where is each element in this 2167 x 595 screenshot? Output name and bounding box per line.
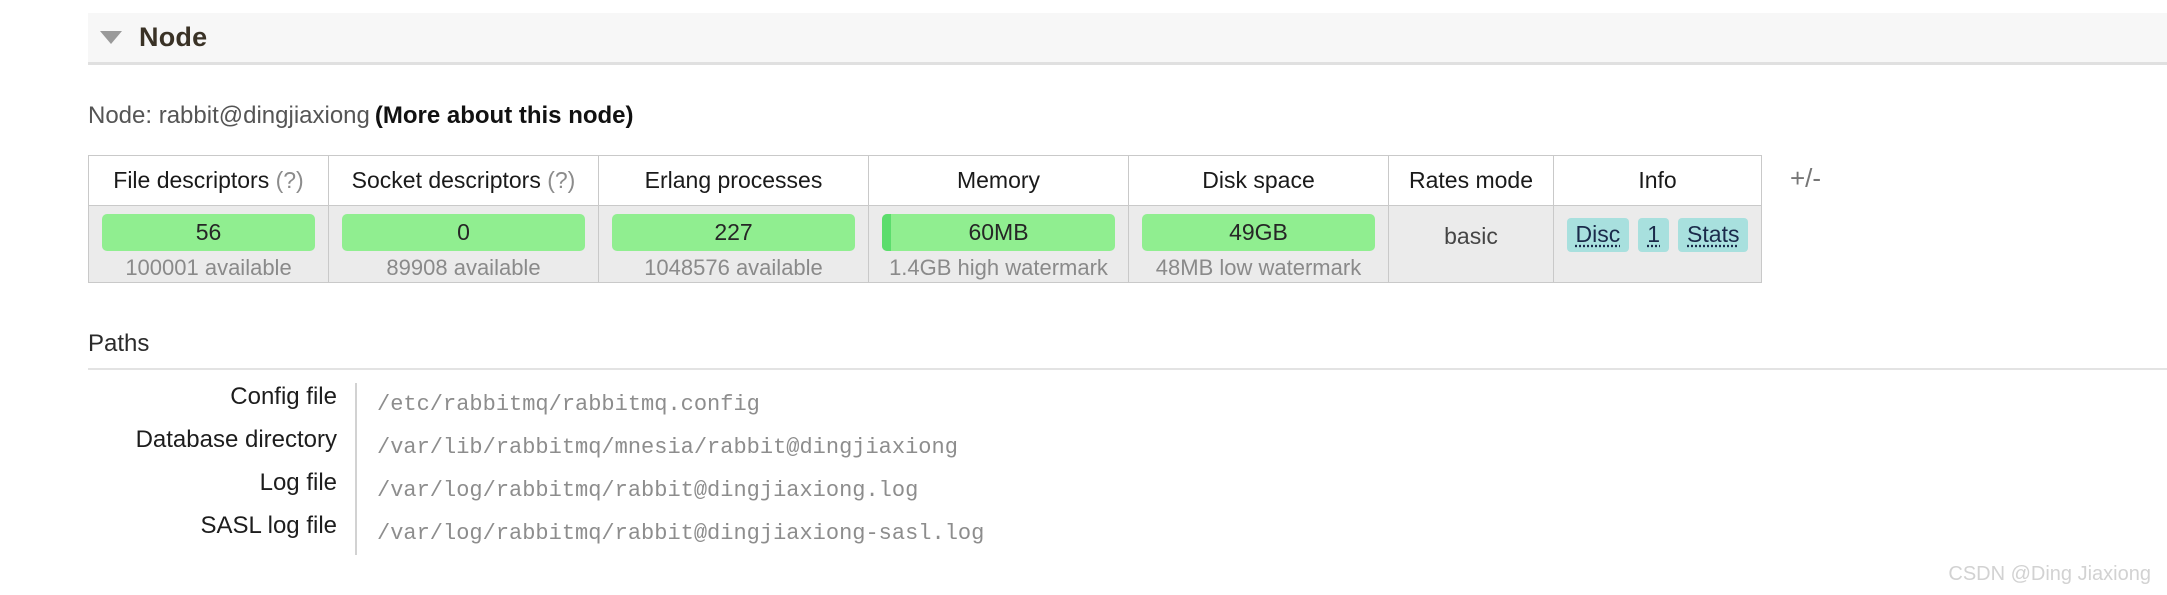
node-stats-table: File descriptors (?) Socket descriptors … bbox=[88, 155, 1762, 283]
help-icon-file-descriptors[interactable]: (?) bbox=[276, 167, 304, 193]
rates-mode-value: basic bbox=[1444, 223, 1498, 249]
path-label: SASL log file bbox=[200, 512, 337, 539]
column-header-info: Info bbox=[1553, 155, 1762, 206]
page-title: Node bbox=[139, 22, 208, 52]
memory-bar: 60MB bbox=[882, 214, 1115, 251]
info-badge-disc[interactable]: Disc bbox=[1566, 218, 1630, 252]
path-value: /var/log/rabbitmq/rabbit@dingjiaxiong.lo… bbox=[355, 469, 918, 512]
help-icon-socket-descriptors[interactable]: (?) bbox=[547, 167, 575, 193]
cell-rates-mode: basic bbox=[1388, 205, 1554, 283]
triangle-down-icon[interactable] bbox=[100, 31, 122, 44]
path-label: Log file bbox=[259, 469, 337, 496]
path-label: Config file bbox=[230, 383, 337, 410]
socket-descriptors-available: 89908 available bbox=[386, 255, 541, 280]
erlang-processes-available: 1048576 available bbox=[644, 255, 823, 280]
paths-list: Config file /etc/rabbitmq/rabbitmq.confi… bbox=[88, 383, 1688, 555]
disk-space-value: 49GB bbox=[1229, 219, 1288, 245]
cell-erlang-processes: 227 1048576 available bbox=[598, 205, 869, 283]
memory-value: 60MB bbox=[968, 219, 1029, 245]
file-descriptors-available: 100001 available bbox=[125, 255, 292, 280]
memory-watermark: 1.4GB high watermark bbox=[889, 255, 1108, 280]
path-row-sasl-log-file: SASL log file /var/log/rabbitmq/rabbit@d… bbox=[88, 512, 1688, 555]
node-name-text: Node: rabbit@dingjiaxiong bbox=[88, 102, 370, 129]
path-value: /etc/rabbitmq/rabbitmq.config bbox=[355, 383, 760, 426]
path-value: /var/log/rabbitmq/rabbit@dingjiaxiong-sa… bbox=[355, 512, 984, 555]
cell-info: Disc 1 Stats bbox=[1553, 205, 1762, 283]
column-header-erlang-processes: Erlang processes bbox=[598, 155, 869, 206]
column-header-file-descriptors: File descriptors (?) bbox=[88, 155, 329, 206]
path-row-database-directory: Database directory /var/lib/rabbitmq/mne… bbox=[88, 426, 1688, 469]
cell-file-descriptors: 56 100001 available bbox=[88, 205, 329, 283]
info-badge-stats[interactable]: Stats bbox=[1678, 218, 1749, 252]
paths-section-title: Paths bbox=[88, 330, 150, 357]
socket-descriptors-bar: 0 bbox=[342, 214, 585, 251]
column-header-rates-mode: Rates mode bbox=[1388, 155, 1554, 206]
file-descriptors-value: 56 bbox=[195, 219, 222, 245]
table-row: 56 100001 available 0 89908 available 22… bbox=[88, 205, 1762, 283]
table-header-row: File descriptors (?) Socket descriptors … bbox=[88, 155, 1762, 206]
info-badge-count[interactable]: 1 bbox=[1638, 218, 1670, 252]
column-header-disk-space: Disk space bbox=[1128, 155, 1389, 206]
disk-space-bar: 49GB bbox=[1142, 214, 1375, 251]
erlang-processes-value: 227 bbox=[714, 219, 753, 245]
toggle-columns-button[interactable]: +/- bbox=[1790, 163, 1821, 194]
cell-socket-descriptors: 0 89908 available bbox=[328, 205, 599, 283]
path-row-log-file: Log file /var/log/rabbitmq/rabbit@dingji… bbox=[88, 469, 1688, 512]
node-section-header: Node bbox=[88, 13, 2167, 65]
more-about-node-link[interactable]: (More about this node) bbox=[375, 102, 634, 129]
paths-divider bbox=[88, 368, 2167, 370]
path-label: Database directory bbox=[135, 426, 337, 453]
memory-bar-accent bbox=[882, 214, 891, 251]
page-root: Node Node: rabbit@dingjiaxiong (More abou… bbox=[0, 0, 2167, 595]
cell-memory: 60MB 1.4GB high watermark bbox=[868, 205, 1129, 283]
path-row-config-file: Config file /etc/rabbitmq/rabbitmq.confi… bbox=[88, 383, 1688, 426]
erlang-processes-bar: 227 bbox=[612, 214, 855, 251]
path-value: /var/lib/rabbitmq/mnesia/rabbit@dingjiax… bbox=[355, 426, 958, 469]
cell-disk-space: 49GB 48MB low watermark bbox=[1128, 205, 1389, 283]
disk-space-watermark: 48MB low watermark bbox=[1155, 255, 1362, 280]
column-header-memory: Memory bbox=[868, 155, 1129, 206]
column-header-socket-descriptors: Socket descriptors (?) bbox=[328, 155, 599, 206]
socket-descriptors-value: 0 bbox=[457, 219, 470, 245]
column-label: Socket descriptors bbox=[351, 167, 541, 193]
column-label: File descriptors bbox=[113, 167, 270, 193]
watermark: CSDN @Ding Jiaxiong bbox=[1948, 563, 2151, 585]
node-name-line: Node: rabbit@dingjiaxiong (More about thi… bbox=[88, 102, 634, 130]
file-descriptors-bar: 56 bbox=[102, 214, 315, 251]
